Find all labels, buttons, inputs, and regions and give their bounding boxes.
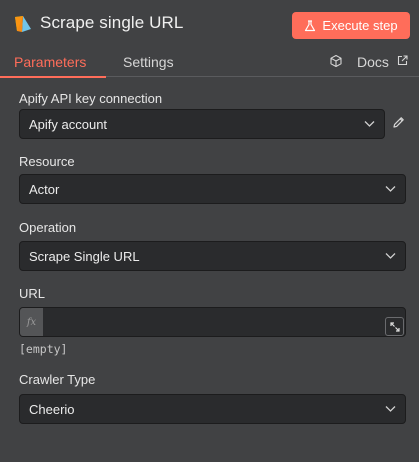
resource-select[interactable]: Actor <box>19 174 406 204</box>
external-link-icon[interactable] <box>397 55 408 66</box>
node-title[interactable]: Scrape single URL <box>40 13 183 33</box>
expand-editor-button[interactable] <box>385 317 404 336</box>
resource-value: Actor <box>29 181 60 197</box>
chevron-down-icon <box>385 186 396 192</box>
apify-logo-icon <box>15 16 31 32</box>
crawler-type-value: Cheerio <box>29 401 75 417</box>
operation-select[interactable]: Scrape Single URL <box>19 241 406 271</box>
chevron-down-icon <box>385 253 396 259</box>
cube-icon <box>330 54 342 68</box>
execute-step-button[interactable]: Execute step <box>292 12 410 39</box>
docs-link[interactable]: Docs <box>357 54 389 70</box>
resource-label: Resource <box>19 154 75 169</box>
chevron-down-icon <box>364 121 375 127</box>
tab-parameters[interactable]: Parameters <box>14 54 86 70</box>
expand-icon <box>389 321 400 332</box>
chevron-down-icon <box>385 406 396 412</box>
credential-label: Apify API key connection <box>19 91 163 106</box>
active-tab-indicator <box>0 76 106 78</box>
url-label: URL <box>19 286 46 301</box>
credential-select[interactable]: Apify account <box>19 109 385 139</box>
operation-value: Scrape Single URL <box>29 248 140 264</box>
url-input[interactable]: fx <box>19 307 406 337</box>
node-header: Scrape single URL Execute step <box>0 0 419 47</box>
operation-label: Operation <box>19 220 77 235</box>
crawler-type-select[interactable]: Cheerio <box>19 394 406 424</box>
url-empty-hint: [empty] <box>19 342 68 356</box>
execute-step-label: Execute step <box>322 18 398 33</box>
expression-icon: fx <box>20 308 43 336</box>
flask-icon <box>305 19 316 31</box>
crawler-type-label: Crawler Type <box>19 372 96 387</box>
edit-credential-icon[interactable] <box>392 116 405 129</box>
tab-settings[interactable]: Settings <box>123 54 174 70</box>
credential-value: Apify account <box>29 116 108 132</box>
